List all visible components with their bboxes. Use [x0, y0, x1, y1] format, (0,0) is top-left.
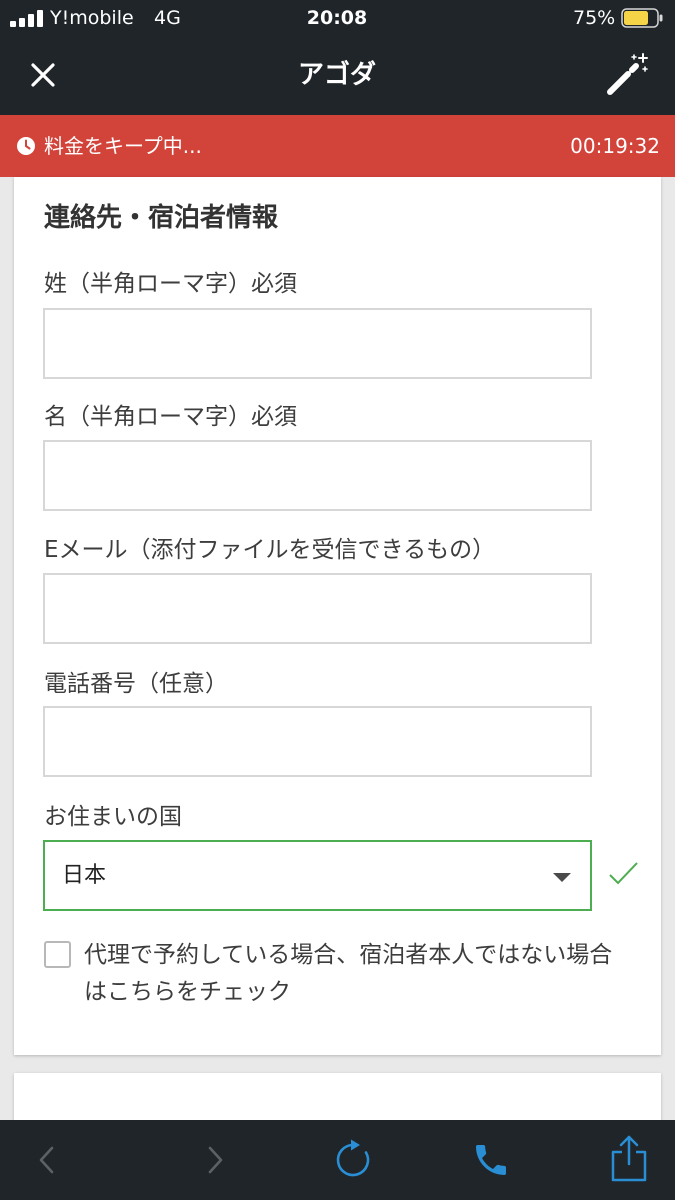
refresh-icon[interactable]	[333, 1139, 373, 1181]
price-hold-message: 料金をキープ中...	[44, 134, 202, 158]
email-input[interactable]	[43, 573, 592, 644]
proxy-booking-label-line: はこちらをチェック	[84, 979, 291, 1005]
share-icon[interactable]	[609, 1134, 649, 1182]
status-time: 20:08	[306, 7, 368, 29]
carrier-name: Y!mobile	[50, 7, 134, 29]
signal-bars-icon	[10, 10, 43, 27]
network-type: 4G	[154, 7, 181, 29]
country-label: お住まいの国	[44, 804, 182, 830]
email-label: Eメール（添付ファイルを受信できるもの）	[44, 537, 496, 563]
browser-toolbar	[0, 1120, 675, 1200]
top-bar: Y!mobile 4G 20:08 75% アゴダ	[0, 0, 675, 115]
last-name-label: 姓（半角ローマ字）必須	[44, 271, 297, 297]
phone-icon[interactable]	[471, 1140, 511, 1180]
proxy-booking-label[interactable]: 代理で予約している場合、宿泊者本人ではない場合 はこちらをチェック	[84, 937, 612, 1011]
checkmark-icon	[609, 862, 638, 885]
phone-label: 電話番号（任意）	[44, 671, 228, 697]
last-name-input[interactable]	[43, 308, 592, 379]
close-icon[interactable]	[30, 62, 56, 88]
country-select[interactable]: 日本	[43, 840, 592, 911]
battery-percent: 75%	[573, 7, 616, 29]
proxy-booking-label-line: 代理で予約している場合、宿泊者本人ではない場合	[84, 942, 613, 968]
first-name-input[interactable]	[43, 440, 592, 511]
proxy-booking-checkbox[interactable]	[44, 941, 71, 968]
caret-down-icon	[553, 873, 571, 882]
battery-icon	[621, 8, 663, 28]
clock-icon	[17, 137, 35, 155]
chevron-left-icon[interactable]	[38, 1146, 56, 1174]
chevron-right-icon[interactable]	[206, 1146, 224, 1174]
price-hold-banner: 料金をキープ中... 00:19:32	[0, 115, 675, 177]
contact-info-card: 連絡先・宿泊者情報 姓（半角ローマ字）必須 名（半角ローマ字）必須 Eメール（添…	[14, 177, 661, 1055]
countdown-timer: 00:19:32	[570, 134, 660, 158]
magic-wand-icon[interactable]	[603, 52, 649, 98]
page-title: アゴダ	[297, 60, 376, 90]
first-name-label: 名（半角ローマ字）必須	[44, 404, 297, 430]
battery-fill	[624, 11, 648, 25]
country-selected-value: 日本	[62, 863, 107, 888]
phone-input[interactable]	[43, 706, 592, 777]
section-title: 連絡先・宿泊者情報	[44, 203, 279, 233]
